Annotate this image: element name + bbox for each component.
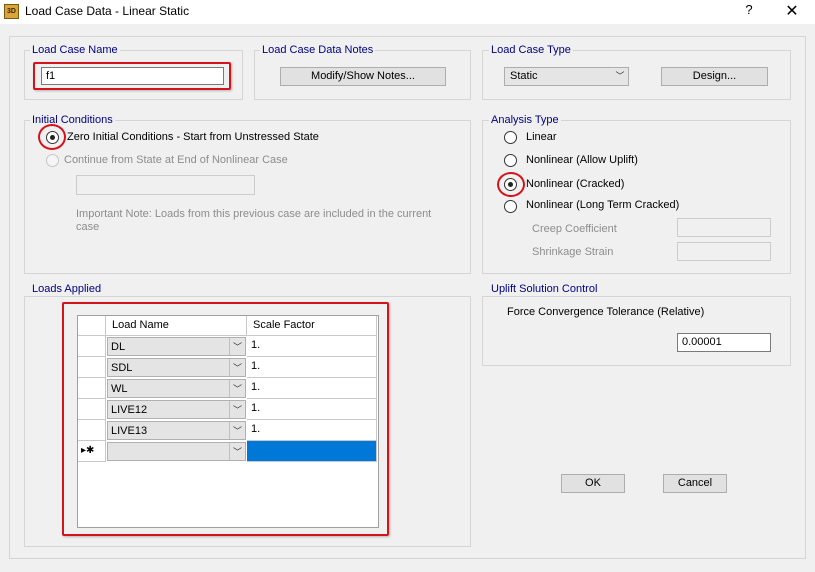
name-highlight [33, 62, 231, 90]
analysis-type-label: Analysis Type [489, 114, 561, 126]
load-case-type-value: Static [510, 70, 538, 82]
continue-case-input[interactable] [76, 175, 255, 195]
modify-notes-button[interactable]: Modify/Show Notes... [280, 67, 446, 86]
shrinkage-strain-input[interactable] [677, 242, 771, 261]
continue-state-radio[interactable] [46, 154, 59, 167]
load-case-type-select[interactable]: Static ﹀ [504, 67, 629, 86]
close-button[interactable]: ✕ [784, 1, 800, 21]
nonlinear-cracked-highlight [497, 172, 525, 197]
load-case-type-label: Load Case Type [489, 44, 573, 56]
important-note-line2: case [76, 221, 100, 233]
nonlinear-longterm-label[interactable]: Nonlinear (Long Term Cracked) [526, 199, 679, 211]
linear-label[interactable]: Linear [526, 131, 557, 143]
shrinkage-strain-label: Shrinkage Strain [532, 246, 614, 258]
tolerance-label: Force Convergence Tolerance (Relative) [507, 306, 705, 318]
notes-label: Load Case Data Notes [260, 44, 376, 56]
ok-button[interactable]: OK [561, 474, 625, 493]
continue-state-label[interactable]: Continue from State at End of Nonlinear … [64, 154, 288, 166]
window-title: Load Case Data - Linear Static [25, 4, 190, 18]
load-case-name-label: Load Case Name [30, 44, 120, 56]
tolerance-input[interactable]: 0.00001 [677, 333, 771, 352]
cancel-button[interactable]: Cancel [663, 474, 727, 493]
title-bar: 3D Load Case Data - Linear Static ? ✕ [0, 0, 815, 24]
linear-radio[interactable] [504, 131, 517, 144]
creep-coefficient-label: Creep Coefficient [532, 223, 617, 235]
zero-initial-label[interactable]: Zero Initial Conditions - Start from Uns… [67, 131, 319, 143]
creep-coefficient-input[interactable] [677, 218, 771, 237]
loads-grid-highlight [62, 302, 389, 536]
design-button[interactable]: Design... [661, 67, 768, 86]
nonlinear-longterm-radio[interactable] [504, 200, 517, 213]
nonlinear-cracked-label[interactable]: Nonlinear (Cracked) [526, 178, 624, 190]
close-icon: ✕ [785, 3, 799, 20]
initial-conditions-group [24, 120, 471, 274]
zero-initial-highlight [38, 124, 66, 150]
uplift-label: Uplift Solution Control [489, 283, 600, 295]
nonlinear-uplift-radio[interactable] [504, 154, 517, 167]
app-icon: 3D [4, 4, 19, 19]
initial-conditions-label: Initial Conditions [30, 114, 115, 126]
help-button[interactable]: ? [742, 2, 756, 20]
loads-applied-label: Loads Applied [30, 283, 104, 295]
nonlinear-uplift-label[interactable]: Nonlinear (Allow Uplift) [526, 154, 638, 166]
chevron-down-icon: ﹀ [615, 71, 625, 81]
important-note-line1: Important Note: Loads from this previous… [76, 208, 432, 220]
